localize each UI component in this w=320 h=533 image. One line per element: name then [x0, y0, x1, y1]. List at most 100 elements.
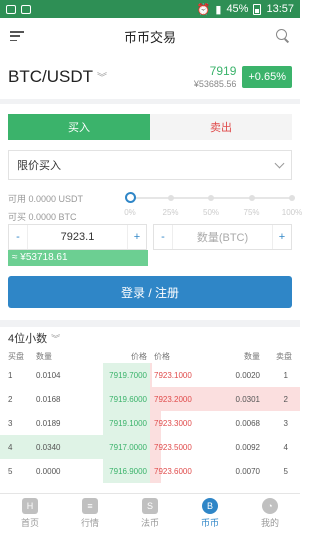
- tab-sell[interactable]: 卖出: [150, 114, 292, 140]
- ask-price: 7923.5000: [154, 442, 192, 452]
- status-bar: ⏰ ▮ 45% 13:57: [0, 0, 300, 18]
- alarm-icon: ⏰: [196, 3, 211, 16]
- page-title: 币币交易: [123, 29, 176, 45]
- price-box: 7919 ¥53685.56 +0.65%: [194, 64, 292, 89]
- ask-index: 3: [283, 418, 288, 428]
- menu-icon[interactable]: [10, 31, 24, 41]
- ask-price: 7923.2000: [154, 394, 192, 404]
- slider-tick-label: 0%: [124, 208, 136, 217]
- decimals-label: 4位小数: [8, 333, 48, 345]
- chevron-down-icon: [274, 158, 285, 168]
- nav-home[interactable]: H 首页: [0, 494, 60, 533]
- orderbook-row[interactable]: 5 0.0000 7916.9000 7923.6000 0.0070 5: [0, 459, 300, 483]
- bid-index: 5: [8, 466, 13, 476]
- header-amount: 数量: [36, 351, 52, 361]
- bid-price: 7919.7000: [109, 370, 147, 380]
- bid-index: 2: [8, 394, 13, 404]
- slider-tick-label: 75%: [243, 208, 260, 217]
- nav-profile-icon: ◔: [262, 498, 278, 514]
- header-price: 价格: [131, 351, 147, 361]
- pair-selector[interactable]: BTC/USDT ︾: [8, 67, 107, 87]
- slider-knob[interactable]: [125, 192, 136, 203]
- nav-spot-label: 币币: [200, 518, 219, 528]
- ask-depth-bar: [150, 363, 152, 387]
- last-price: 7919: [209, 64, 237, 78]
- orderbook-row[interactable]: 3 0.0189 7919.1000 7923.3000 0.0068 3: [0, 411, 300, 435]
- bid-index: 1: [8, 370, 13, 380]
- app-notification-icon: [6, 4, 16, 14]
- slider-stop[interactable]: [208, 195, 214, 201]
- bottom-nav: H 首页 ≡ 行情 S 法币 B 币币 ◔ 我的: [0, 493, 300, 533]
- last-price-cny: ¥53685.56: [193, 79, 237, 89]
- nav-spot[interactable]: B 币币: [180, 494, 240, 533]
- nav-home-label: 首页: [20, 518, 39, 528]
- header: 币币交易: [0, 18, 300, 54]
- nav-fiat-icon: S: [142, 498, 158, 514]
- bid-index: 4: [8, 442, 13, 452]
- nav-profile-label: 我的: [260, 518, 279, 528]
- chevron-down-icon: ︾: [51, 333, 61, 344]
- orderbook-header: 买盘 数量 价格 价格 数量 卖盘: [0, 349, 300, 363]
- ask-index: 2: [283, 394, 288, 404]
- price-input[interactable]: 7923.1: [27, 225, 128, 249]
- trade-tabs: 买入 卖出: [8, 114, 292, 140]
- bid-price: 7919.1000: [109, 418, 147, 428]
- pair-name: BTC/USDT: [8, 66, 93, 86]
- change-badge: +0.65%: [242, 65, 292, 88]
- slider-stop[interactable]: [248, 195, 255, 201]
- amount-minus-button[interactable]: -: [154, 225, 172, 249]
- chevron-down-icon: ︾: [97, 73, 107, 84]
- ask-amount: 0.0301: [235, 394, 260, 404]
- slider-stop[interactable]: [289, 195, 295, 201]
- battery-icon: [253, 3, 262, 15]
- nav-market[interactable]: ≡ 行情: [60, 494, 120, 533]
- amount-input[interactable]: 数量(BTC): [172, 225, 273, 249]
- bid-amount: 0.0168: [36, 394, 61, 404]
- header-amount-ask: 数量: [244, 351, 260, 361]
- clock: 13:57: [266, 3, 294, 15]
- slider-tick-label: 100%: [281, 208, 303, 217]
- balance-area: 可用 0.0000 USDT 可买 0.0000 BTC 0% 25% 50% 75%…: [8, 180, 302, 224]
- ask-amount: 0.0020: [235, 370, 260, 380]
- header-buy: 买盘: [8, 351, 24, 361]
- available-btc: 可买 0.0000 BTC: [8, 212, 77, 222]
- available-usdt: 可用 0.0000 USDT: [8, 194, 84, 204]
- nav-profile[interactable]: ◔ 我的: [240, 494, 300, 533]
- percent-slider[interactable]: 0% 25% 50% 75% 100%: [124, 192, 302, 217]
- input-steppers: - 7923.1 + - 数量(BTC) +: [8, 224, 292, 250]
- pair-row: BTC/USDT ︾ 7919 ¥53685.56 +0.65%: [0, 54, 300, 104]
- ask-index: 5: [283, 466, 288, 476]
- orderbook-row[interactable]: 2 0.0168 7919.6000 7923.2000 0.0301 2: [0, 387, 300, 411]
- nav-fiat[interactable]: S 法币: [120, 494, 180, 533]
- section-divider: [0, 320, 300, 327]
- ask-amount: 0.0070: [235, 466, 260, 476]
- header-price-ask: 价格: [154, 351, 170, 361]
- nav-home-icon: H: [22, 498, 38, 514]
- ask-amount: 0.0068: [235, 418, 260, 428]
- orderbook-row[interactable]: 4 0.0340 7917.0000 7923.5000 0.0092 4: [0, 435, 300, 459]
- bid-price: 7916.9000: [109, 466, 147, 476]
- slider-stop[interactable]: [167, 195, 174, 201]
- orderbook-row[interactable]: 1 0.0104 7919.7000 7923.1000 0.0020 1: [0, 363, 300, 387]
- image-notification-icon: [21, 4, 31, 14]
- ask-index: 4: [283, 442, 288, 452]
- slider-tick-label: 25%: [162, 208, 179, 217]
- price-stepper: - 7923.1 +: [8, 224, 147, 250]
- order-type-select[interactable]: 限价买入: [8, 150, 292, 180]
- login-register-button[interactable]: 登录 / 注册: [8, 276, 292, 308]
- decimals-selector[interactable]: 4位小数 ︾: [0, 327, 300, 349]
- nav-market-icon: ≡: [82, 498, 98, 514]
- slider-tick-label: 50%: [202, 208, 220, 217]
- bid-amount: 0.0000: [36, 466, 61, 476]
- ask-amount: 0.0092: [235, 442, 260, 452]
- amount-stepper: - 数量(BTC) +: [153, 224, 292, 250]
- search-icon[interactable]: [275, 29, 290, 43]
- battery-percent: 45%: [226, 3, 249, 15]
- ask-price: 7923.1000: [154, 370, 192, 380]
- bid-price: 7917.0000: [109, 442, 147, 452]
- amount-plus-button[interactable]: +: [273, 225, 291, 249]
- price-plus-button[interactable]: +: [128, 225, 146, 249]
- tab-buy[interactable]: 买入: [8, 114, 150, 140]
- signal-icon: ▮: [215, 3, 222, 16]
- price-minus-button[interactable]: -: [9, 225, 27, 249]
